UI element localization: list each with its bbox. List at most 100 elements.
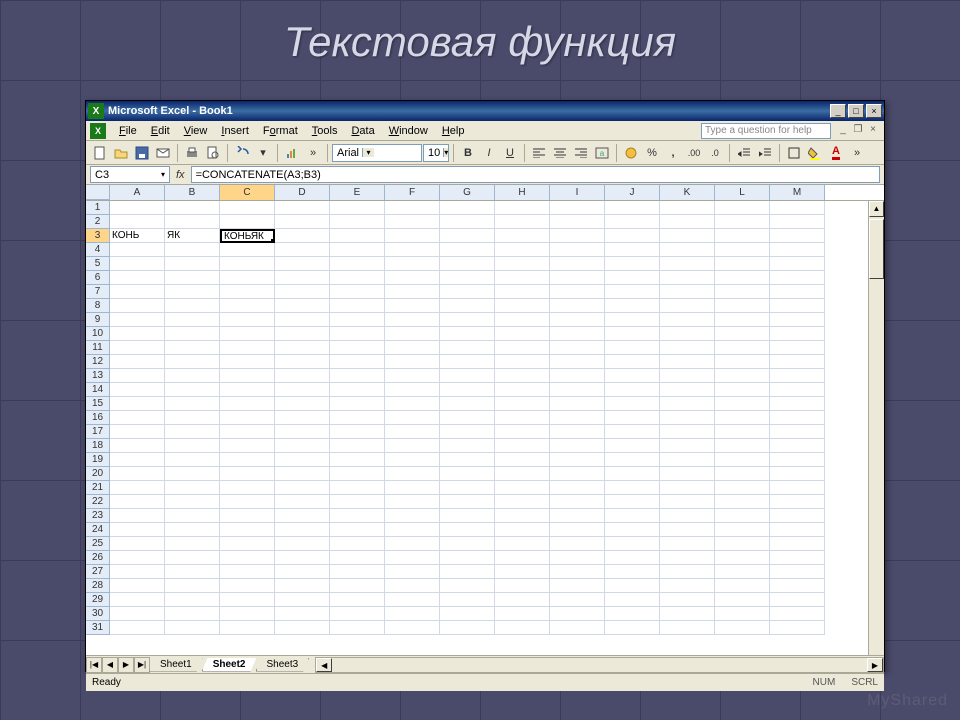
cell-I20[interactable]: [550, 467, 605, 481]
minimize-button[interactable]: _: [830, 104, 846, 118]
dropdown-icon[interactable]: ▾: [161, 170, 165, 179]
cell-H2[interactable]: [495, 215, 550, 229]
cell-H12[interactable]: [495, 355, 550, 369]
cell-K21[interactable]: [660, 481, 715, 495]
cell-A13[interactable]: [110, 369, 165, 383]
cell-C20[interactable]: [220, 467, 275, 481]
cell-F18[interactable]: [385, 439, 440, 453]
cell-L3[interactable]: [715, 229, 770, 243]
cell-D16[interactable]: [275, 411, 330, 425]
cell-A26[interactable]: [110, 551, 165, 565]
cell-M17[interactable]: [770, 425, 825, 439]
cell-M19[interactable]: [770, 453, 825, 467]
col-header-D[interactable]: D: [275, 185, 330, 200]
cell-K30[interactable]: [660, 607, 715, 621]
cell-B5[interactable]: [165, 257, 220, 271]
cell-L25[interactable]: [715, 537, 770, 551]
cell-F23[interactable]: [385, 509, 440, 523]
cell-J11[interactable]: [605, 341, 660, 355]
cell-F16[interactable]: [385, 411, 440, 425]
cell-I2[interactable]: [550, 215, 605, 229]
cell-I21[interactable]: [550, 481, 605, 495]
cell-K7[interactable]: [660, 285, 715, 299]
cell-D25[interactable]: [275, 537, 330, 551]
row-header-14[interactable]: 14: [86, 383, 110, 397]
cell-C5[interactable]: [220, 257, 275, 271]
cell-C27[interactable]: [220, 565, 275, 579]
cell-F31[interactable]: [385, 621, 440, 635]
cell-F7[interactable]: [385, 285, 440, 299]
cell-B24[interactable]: [165, 523, 220, 537]
cell-L5[interactable]: [715, 257, 770, 271]
cell-D29[interactable]: [275, 593, 330, 607]
cell-J22[interactable]: [605, 495, 660, 509]
cell-M30[interactable]: [770, 607, 825, 621]
cell-F25[interactable]: [385, 537, 440, 551]
font-color-icon[interactable]: A: [826, 143, 846, 163]
cell-E21[interactable]: [330, 481, 385, 495]
cell-B1[interactable]: [165, 201, 220, 215]
cell-A22[interactable]: [110, 495, 165, 509]
cell-M1[interactable]: [770, 201, 825, 215]
cell-F2[interactable]: [385, 215, 440, 229]
cell-B11[interactable]: [165, 341, 220, 355]
cell-C31[interactable]: [220, 621, 275, 635]
cell-L9[interactable]: [715, 313, 770, 327]
cell-D18[interactable]: [275, 439, 330, 453]
cell-B20[interactable]: [165, 467, 220, 481]
cell-K28[interactable]: [660, 579, 715, 593]
cell-M12[interactable]: [770, 355, 825, 369]
cell-M7[interactable]: [770, 285, 825, 299]
cell-G18[interactable]: [440, 439, 495, 453]
help-search[interactable]: Type a question for help: [701, 123, 831, 139]
cell-K16[interactable]: [660, 411, 715, 425]
cell-F5[interactable]: [385, 257, 440, 271]
cell-E6[interactable]: [330, 271, 385, 285]
cell-M23[interactable]: [770, 509, 825, 523]
cell-M20[interactable]: [770, 467, 825, 481]
cell-J8[interactable]: [605, 299, 660, 313]
maximize-button[interactable]: □: [848, 104, 864, 118]
cell-H25[interactable]: [495, 537, 550, 551]
italic-button[interactable]: I: [479, 143, 499, 163]
cell-E10[interactable]: [330, 327, 385, 341]
cell-E13[interactable]: [330, 369, 385, 383]
cell-H13[interactable]: [495, 369, 550, 383]
cell-K23[interactable]: [660, 509, 715, 523]
cell-A14[interactable]: [110, 383, 165, 397]
cell-K19[interactable]: [660, 453, 715, 467]
cell-G3[interactable]: [440, 229, 495, 243]
cell-A24[interactable]: [110, 523, 165, 537]
cell-M31[interactable]: [770, 621, 825, 635]
cell-C2[interactable]: [220, 215, 275, 229]
cell-B27[interactable]: [165, 565, 220, 579]
cell-G31[interactable]: [440, 621, 495, 635]
cell-M10[interactable]: [770, 327, 825, 341]
col-header-A[interactable]: A: [110, 185, 165, 200]
cell-L24[interactable]: [715, 523, 770, 537]
tab-last-icon[interactable]: ▶|: [134, 657, 150, 673]
underline-button[interactable]: U: [500, 143, 520, 163]
cell-G20[interactable]: [440, 467, 495, 481]
cell-A1[interactable]: [110, 201, 165, 215]
cell-M4[interactable]: [770, 243, 825, 257]
cell-J17[interactable]: [605, 425, 660, 439]
cell-M21[interactable]: [770, 481, 825, 495]
cell-I17[interactable]: [550, 425, 605, 439]
cell-J7[interactable]: [605, 285, 660, 299]
row-header-6[interactable]: 6: [86, 271, 110, 285]
cell-B26[interactable]: [165, 551, 220, 565]
cell-G14[interactable]: [440, 383, 495, 397]
cell-J26[interactable]: [605, 551, 660, 565]
menu-view[interactable]: View: [177, 123, 215, 139]
cell-L31[interactable]: [715, 621, 770, 635]
cell-D21[interactable]: [275, 481, 330, 495]
cell-I14[interactable]: [550, 383, 605, 397]
cell-I24[interactable]: [550, 523, 605, 537]
name-box[interactable]: C3 ▾: [90, 166, 170, 183]
cell-J5[interactable]: [605, 257, 660, 271]
menu-insert[interactable]: Insert: [214, 123, 256, 139]
doc-close-button[interactable]: ×: [866, 124, 880, 138]
cell-F10[interactable]: [385, 327, 440, 341]
cell-K25[interactable]: [660, 537, 715, 551]
